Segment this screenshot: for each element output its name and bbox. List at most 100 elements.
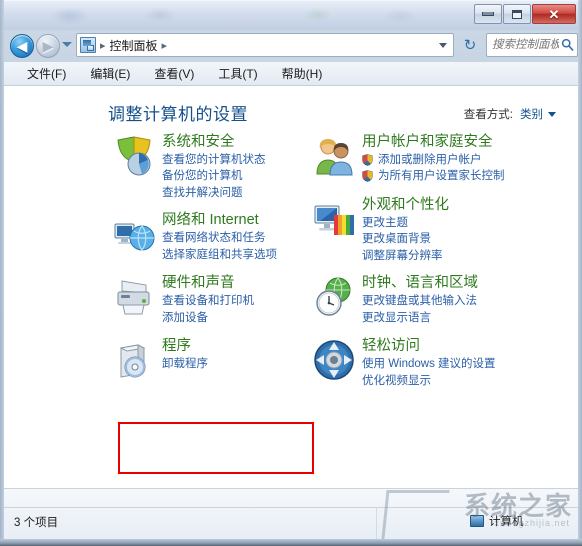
category-right-1: 外观和个性化更改主题更改桌面背景 调整屏幕分辨率 — [308, 197, 523, 264]
chevron-down-icon[interactable] — [548, 111, 556, 117]
category-icon-wrapper[interactable] — [312, 338, 356, 382]
ease-of-access-icon — [314, 340, 354, 380]
category-task-label: 调整屏幕分辨率 — [362, 249, 443, 262]
menu-bar: 文件(F) 编辑(E) 查看(V) 工具(T) 帮助(H) — [4, 62, 578, 86]
category-title-link[interactable]: 时钟、语言和区域 — [362, 275, 523, 292]
category-task-link[interactable]: 查看设备和打印机 — [162, 293, 323, 309]
category-title-link[interactable]: 程序 — [162, 338, 323, 355]
status-bar-column-divider — [376, 508, 377, 539]
category-icon-wrapper[interactable] — [312, 275, 356, 319]
category-task-link[interactable]: 更改键盘或其他输入法 — [362, 293, 523, 309]
network-globe-icon — [114, 223, 155, 252]
control-panel-window: ✕ ◀ ▶ ▸ 控制面板 ▸ ↻ 搜索控制面板 文件(F) 编辑(E) 查看(V… — [0, 0, 582, 546]
category-task-link[interactable]: 优化视频显示 — [362, 373, 523, 389]
close-icon: ✕ — [548, 6, 560, 22]
category-title-link[interactable]: 轻松访问 — [362, 338, 523, 355]
category-left-3: 程序 卸载程序 — [108, 338, 323, 390]
control-panel-icon — [80, 37, 96, 53]
view-by-value[interactable]: 类别 — [520, 106, 543, 122]
address-bar[interactable]: ▸ 控制面板 ▸ — [76, 33, 454, 57]
menu-view[interactable]: 查看(V) — [145, 63, 203, 84]
breadcrumb-separator-icon: ▸ — [100, 39, 106, 52]
clock-globe-icon — [316, 277, 351, 316]
window-frame-bottom — [0, 539, 582, 546]
category-task-link[interactable]: 查找并解决问题 — [162, 185, 323, 201]
breadcrumb-separator-trailing-icon[interactable]: ▸ — [162, 39, 168, 52]
category-task-link[interactable]: 备份您的计算机 — [162, 168, 323, 184]
maximize-button[interactable] — [503, 4, 531, 24]
window-frame-right — [578, 0, 582, 546]
category-task-link[interactable]: 添加设备 — [162, 310, 323, 326]
category-right-3: 轻松访问使用 Windows 建议的设置优化视频显示 — [308, 338, 523, 390]
users-icon — [316, 139, 353, 176]
forward-button[interactable]: ▶ — [36, 34, 60, 58]
category-task-link[interactable]: 查看网络状态和任务 — [162, 230, 323, 246]
category-task-label: 更改主题 — [362, 217, 408, 230]
address-dropdown-icon[interactable] — [439, 42, 447, 48]
category-task-label: 为所有用户设置家长控制 — [378, 170, 505, 183]
category-icon-wrapper[interactable] — [312, 134, 356, 178]
search-icon — [561, 38, 574, 53]
view-by-label: 查看方式: — [463, 109, 513, 121]
maximize-icon — [512, 9, 522, 19]
status-computer-label: 计算机 — [489, 516, 524, 528]
monitor-palette-icon — [314, 205, 354, 235]
category-left-2: 硬件和声音查看设备和打印机 添加设备 — [108, 275, 323, 327]
menu-tools[interactable]: 工具(T) — [209, 63, 266, 84]
view-by-control[interactable]: 查看方式: 类别 — [464, 106, 556, 122]
category-task-link[interactable]: 为所有用户设置家长控制 — [362, 168, 523, 184]
status-bar-divider — [4, 507, 578, 508]
category-task-link[interactable]: 更改桌面背景 — [362, 231, 523, 247]
category-task-link[interactable]: 卸载程序 — [162, 356, 323, 372]
forward-arrow-icon: ▶ — [42, 38, 54, 54]
category-icon-wrapper[interactable] — [312, 197, 356, 241]
category-icon-wrapper[interactable] — [112, 338, 156, 382]
refresh-button[interactable]: ↻ — [460, 35, 480, 55]
category-task-link[interactable]: 调整屏幕分辨率 — [362, 248, 523, 264]
category-task-link[interactable]: 更改主题 — [362, 215, 523, 231]
category-icon-wrapper[interactable] — [112, 275, 156, 319]
category-title-link[interactable]: 系统和安全 — [162, 134, 323, 151]
category-title-link[interactable]: 网络和 Internet — [162, 212, 323, 229]
category-task-label: 查看设备和打印机 — [162, 295, 254, 308]
menu-file[interactable]: 文件(F) — [18, 63, 75, 84]
computer-icon — [470, 515, 484, 527]
category-icon-wrapper[interactable] — [112, 134, 156, 178]
category-task-label: 添加设备 — [162, 311, 208, 324]
category-task-label: 更改桌面背景 — [362, 233, 431, 246]
status-computer-info: 计算机 — [470, 513, 524, 529]
programs-cd-icon — [119, 344, 146, 378]
shield-icon-wrapper — [362, 170, 373, 183]
category-title-link[interactable]: 用户帐户和家庭安全 — [362, 134, 523, 151]
navigation-bar: ◀ ▶ ▸ 控制面板 ▸ ↻ — [4, 30, 578, 62]
category-task-link[interactable]: 使用 Windows 建议的设置 — [362, 356, 523, 372]
category-task-label: 查找并解决问题 — [162, 186, 243, 199]
menu-help[interactable]: 帮助(H) — [273, 63, 332, 84]
category-task-label: 选择家庭组和共享选项 — [162, 248, 277, 261]
recent-pages-chevron-down-icon[interactable] — [62, 42, 72, 47]
category-title-link[interactable]: 硬件和声音 — [162, 275, 323, 292]
category-task-link[interactable]: 添加或删除用户帐户 — [362, 152, 523, 168]
uac-shield-icon — [362, 154, 373, 166]
category-task-link[interactable]: 选择家庭组和共享选项 — [162, 247, 323, 263]
minimize-button[interactable] — [474, 4, 502, 24]
category-icon-wrapper[interactable] — [112, 212, 156, 256]
status-item-count: 3 个项目 — [14, 517, 59, 529]
uac-shield-icon — [362, 170, 373, 183]
back-button[interactable]: ◀ — [10, 34, 34, 58]
category-task-label: 添加或删除用户帐户 — [378, 154, 482, 167]
shield-icon-wrapper — [362, 154, 373, 166]
category-title-link[interactable]: 外观和个性化 — [362, 197, 523, 214]
breadcrumb-control-panel[interactable]: 控制面板 — [110, 37, 158, 54]
category-task-label: 使用 Windows 建议的设置 — [362, 358, 496, 371]
category-task-label: 查看您的计算机状态 — [162, 154, 266, 167]
close-button[interactable]: ✕ — [532, 4, 576, 24]
category-task-link[interactable]: 查看您的计算机状态 — [162, 152, 323, 168]
content-pane: 调整计算机的设置 查看方式: 类别 系统和安全 查看您的计算机状态 备份您的计算机查… — [4, 86, 578, 488]
menu-edit[interactable]: 编辑(E) — [81, 63, 139, 84]
printer-icon — [117, 280, 150, 315]
category-task-label: 备份您的计算机 — [162, 170, 243, 183]
category-task-link[interactable]: 更改显示语言 — [362, 310, 523, 326]
search-input[interactable] — [490, 38, 561, 52]
search-box[interactable] — [486, 33, 578, 57]
